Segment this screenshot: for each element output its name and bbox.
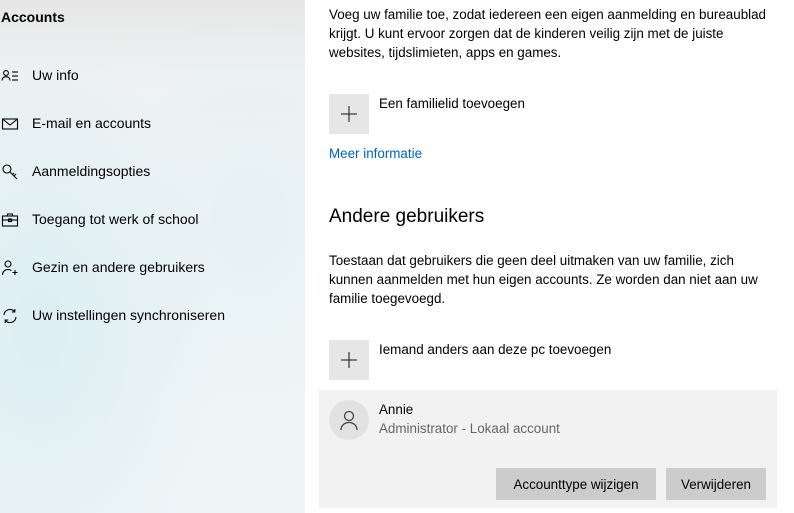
- user-account-type: Administrator - Lokaal account: [379, 421, 560, 436]
- main-content: Voeg uw familie toe, zodat iedereen een …: [305, 0, 794, 513]
- sidebar-title: Accounts: [1, 9, 65, 25]
- sidebar-item-sync[interactable]: Uw instellingen synchroniseren: [0, 296, 305, 336]
- plus-icon: [329, 94, 369, 134]
- add-family-member-button[interactable]: Een familielid toevoegen: [329, 94, 769, 134]
- briefcase-icon: [0, 210, 20, 230]
- sidebar-item-label: Uw info: [32, 67, 79, 83]
- change-account-type-button[interactable]: Accounttype wijzigen: [496, 468, 656, 500]
- user-info-icon: [0, 66, 20, 86]
- sidebar-item-sign-in-options[interactable]: Aanmeldingsopties: [0, 152, 305, 192]
- sidebar-item-label: Uw instellingen synchroniseren: [32, 307, 225, 323]
- sidebar-item-label: Aanmeldingsopties: [32, 163, 151, 179]
- family-description: Voeg uw familie toe, zodat iedereen een …: [329, 7, 767, 60]
- sidebar-item-work-school[interactable]: Toegang tot werk of school: [0, 200, 305, 240]
- add-person-icon: [0, 258, 20, 278]
- sync-icon: [0, 306, 20, 326]
- mail-icon: [0, 114, 20, 134]
- other-users-description: Toestaan dat gebruikers die geen deel ui…: [329, 253, 758, 306]
- more-info-link[interactable]: Meer informatie: [329, 146, 422, 161]
- key-icon: [0, 162, 20, 182]
- sidebar-item-email[interactable]: E-mail en accounts: [0, 104, 305, 144]
- sidebar-item-uw-info[interactable]: Uw info: [0, 56, 305, 96]
- plus-icon: [329, 340, 369, 380]
- avatar: [329, 400, 369, 440]
- sidebar-item-label: Toegang tot werk of school: [32, 211, 199, 227]
- add-other-user-button[interactable]: Iemand anders aan deze pc toevoegen: [329, 340, 769, 380]
- sidebar-item-label: Gezin en andere gebruikers: [32, 259, 205, 275]
- add-other-user-label: Iemand anders aan deze pc toevoegen: [379, 342, 612, 357]
- sidebar-item-family-users[interactable]: Gezin en andere gebruikers: [0, 248, 305, 288]
- person-icon: [340, 410, 358, 431]
- sidebar-item-label: E-mail en accounts: [32, 115, 152, 131]
- user-card-annie[interactable]: Annie Administrator - Lokaal account Acc…: [319, 390, 777, 508]
- other-users-heading: Andere gebruikers: [329, 206, 485, 227]
- add-family-member-label: Een familielid toevoegen: [379, 96, 525, 111]
- user-name: Annie: [379, 402, 414, 417]
- sidebar: Accounts Uw info E-mail en accounts Aanm…: [0, 0, 305, 513]
- remove-user-button[interactable]: Verwijderen: [666, 468, 766, 500]
